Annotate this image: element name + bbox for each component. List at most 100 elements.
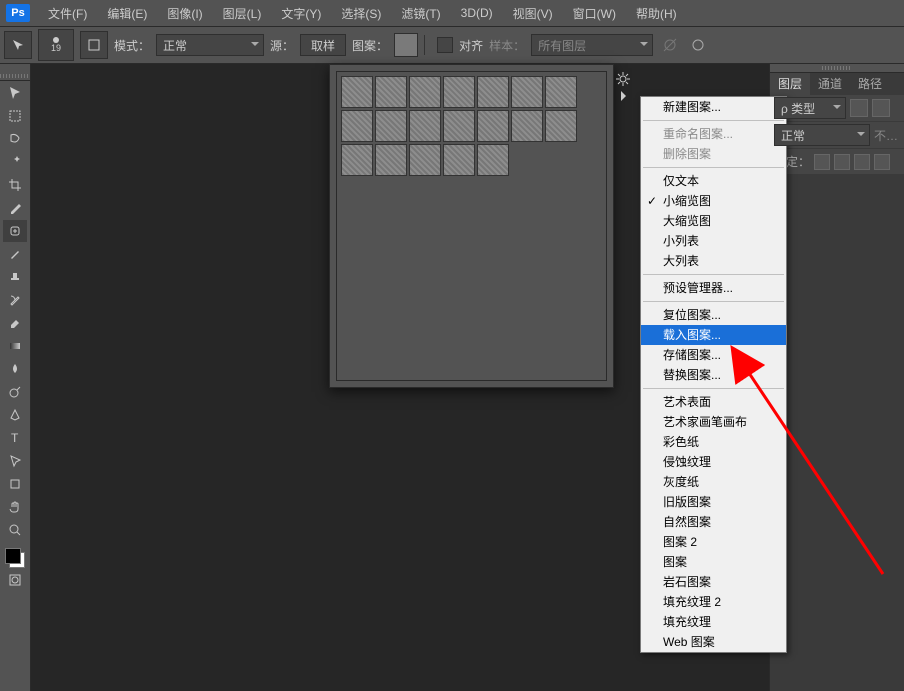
menu-preset-erosion[interactable]: 侵蚀纹理 — [641, 452, 786, 472]
menu-text-only[interactable]: 仅文本 — [641, 171, 786, 191]
pattern-thumb[interactable] — [375, 144, 407, 176]
pattern-thumb[interactable] — [375, 110, 407, 142]
menu-small-thumb[interactable]: 小缩览图 — [641, 191, 786, 211]
pattern-thumb[interactable] — [409, 76, 441, 108]
crop-tool[interactable] — [3, 174, 27, 196]
pattern-thumb[interactable] — [443, 76, 475, 108]
menu-small-list[interactable]: 小列表 — [641, 231, 786, 251]
history-brush-tool[interactable] — [3, 289, 27, 311]
menu-preset-web[interactable]: Web 图案 — [641, 632, 786, 652]
gradient-tool[interactable] — [3, 335, 27, 357]
eyedropper-tool[interactable] — [3, 197, 27, 219]
pen-tool[interactable] — [3, 404, 27, 426]
align-checkbox[interactable] — [437, 37, 453, 53]
menu-preset-manager[interactable]: 预设管理器... — [641, 278, 786, 298]
pattern-thumb[interactable] — [545, 110, 577, 142]
healing-brush-tool[interactable] — [3, 220, 27, 242]
pattern-thumb[interactable] — [443, 144, 475, 176]
menu-preset-grayscale[interactable]: 灰度纸 — [641, 472, 786, 492]
pattern-thumb[interactable] — [375, 76, 407, 108]
menu-select[interactable]: 选择(S) — [331, 5, 391, 22]
menu-reset-patterns[interactable]: 复位图案... — [641, 305, 786, 325]
menu-filter[interactable]: 滤镜(T) — [391, 5, 450, 22]
pattern-thumb[interactable] — [341, 110, 373, 142]
menu-load-patterns[interactable]: 载入图案... — [641, 325, 786, 345]
ignore-adjustment-icon[interactable] — [659, 34, 681, 56]
shape-tool[interactable] — [3, 473, 27, 495]
menu-preset-texture2[interactable]: 填充纹理 2 — [641, 592, 786, 612]
menu-preset-legacy[interactable]: 旧版图案 — [641, 492, 786, 512]
eraser-tool[interactable] — [3, 312, 27, 334]
hand-tool[interactable] — [3, 496, 27, 518]
menu-preset-art-surfaces[interactable]: 艺术表面 — [641, 392, 786, 412]
marquee-tool[interactable] — [3, 105, 27, 127]
brush-size-picker[interactable]: 19 — [38, 29, 74, 61]
menu-3d[interactable]: 3D(D) — [451, 6, 503, 20]
blend-mode-select[interactable]: 正常 — [774, 124, 870, 146]
wand-tool[interactable] — [3, 151, 27, 173]
pattern-thumb[interactable] — [477, 144, 509, 176]
menu-replace-patterns[interactable]: 替换图案... — [641, 365, 786, 385]
menu-help[interactable]: 帮助(H) — [626, 5, 687, 22]
menu-save-patterns[interactable]: 存储图案... — [641, 345, 786, 365]
pattern-thumb[interactable] — [341, 76, 373, 108]
filter-adjust-icon[interactable] — [872, 99, 890, 117]
menu-preset-rock[interactable]: 岩石图案 — [641, 572, 786, 592]
pattern-thumb[interactable] — [545, 76, 577, 108]
menu-layer[interactable]: 图层(L) — [213, 5, 272, 22]
dodge-tool[interactable] — [3, 381, 27, 403]
stamp-tool[interactable] — [3, 266, 27, 288]
lock-image-icon[interactable] — [834, 154, 850, 170]
menu-preset-texture[interactable]: 填充纹理 — [641, 612, 786, 632]
menu-preset-patterns[interactable]: 图案 — [641, 552, 786, 572]
flyout-triangle-icon[interactable] — [621, 91, 631, 101]
menu-preset-color-paper[interactable]: 彩色纸 — [641, 432, 786, 452]
menu-window[interactable]: 窗口(W) — [563, 5, 626, 22]
pattern-swatch[interactable] — [394, 33, 418, 57]
mode-label: 模式： — [114, 37, 150, 54]
lock-transparency-icon[interactable] — [814, 154, 830, 170]
gear-icon[interactable] — [615, 71, 631, 87]
filter-pixel-icon[interactable] — [850, 99, 868, 117]
pattern-thumb[interactable] — [511, 110, 543, 142]
color-swatches[interactable] — [5, 548, 25, 568]
menu-view[interactable]: 视图(V) — [503, 5, 563, 22]
menu-file[interactable]: 文件(F) — [38, 5, 97, 22]
lock-all-icon[interactable] — [874, 154, 890, 170]
mode-select[interactable]: 正常 — [156, 34, 264, 56]
pattern-thumb[interactable] — [409, 144, 441, 176]
lasso-tool[interactable] — [3, 128, 27, 150]
pattern-thumb[interactable] — [443, 110, 475, 142]
tool-preset-button[interactable] — [4, 31, 32, 59]
pressure-icon[interactable] — [687, 34, 709, 56]
menu-new-pattern[interactable]: 新建图案... — [641, 97, 786, 117]
menu-preset-artist-brushes[interactable]: 艺术家画笔画布 — [641, 412, 786, 432]
menu-large-thumb[interactable]: 大缩览图 — [641, 211, 786, 231]
type-tool[interactable]: T — [3, 427, 27, 449]
menu-edit[interactable]: 编辑(E) — [97, 5, 157, 22]
layer-kind-select[interactable]: ρ 类型 — [774, 97, 846, 119]
blur-tool[interactable] — [3, 358, 27, 380]
source-sample-button[interactable]: 取样 — [300, 34, 346, 56]
lock-position-icon[interactable] — [854, 154, 870, 170]
pattern-thumb[interactable] — [409, 110, 441, 142]
tab-layers[interactable]: 图层 — [770, 73, 810, 95]
menu-image[interactable]: 图像(I) — [157, 5, 212, 22]
pattern-thumb[interactable] — [477, 110, 509, 142]
quick-mask-button[interactable] — [3, 569, 27, 591]
menu-preset-nature[interactable]: 自然图案 — [641, 512, 786, 532]
menu-large-list[interactable]: 大列表 — [641, 251, 786, 271]
pattern-thumb[interactable] — [477, 76, 509, 108]
move-tool[interactable] — [3, 82, 27, 104]
brush-tool[interactable] — [3, 243, 27, 265]
brush-panel-button[interactable] — [80, 31, 108, 59]
tab-paths[interactable]: 路径 — [850, 73, 890, 95]
pattern-thumb[interactable] — [511, 76, 543, 108]
tab-channels[interactable]: 通道 — [810, 73, 850, 95]
zoom-tool[interactable] — [3, 519, 27, 541]
pattern-thumb[interactable] — [341, 144, 373, 176]
menu-type[interactable]: 文字(Y) — [271, 5, 331, 22]
sample-select[interactable]: 所有图层 — [531, 34, 653, 56]
path-select-tool[interactable] — [3, 450, 27, 472]
menu-preset-patterns2[interactable]: 图案 2 — [641, 532, 786, 552]
